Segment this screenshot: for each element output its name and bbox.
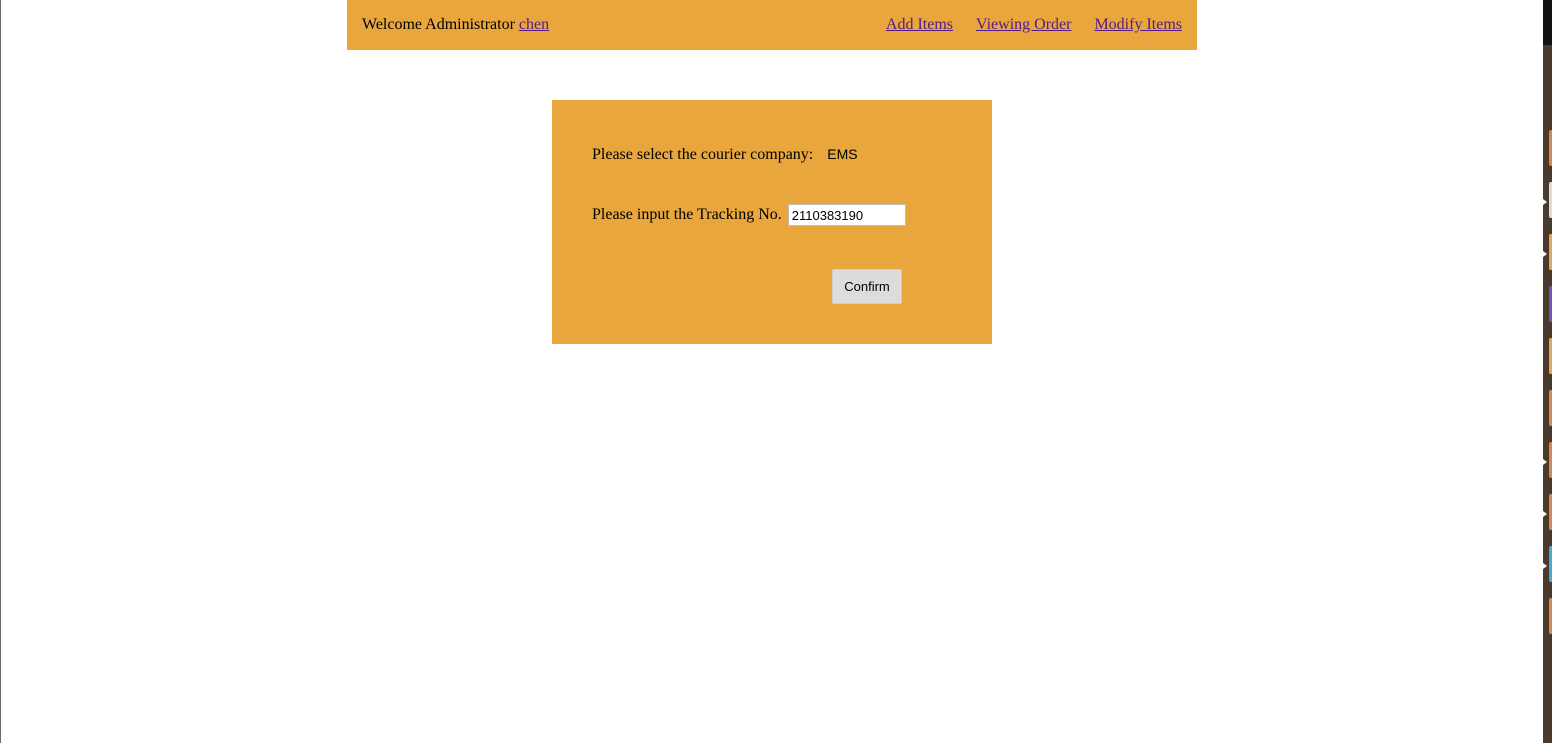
arrow-right-icon <box>1543 459 1547 465</box>
tracking-number-input[interactable] <box>787 204 906 226</box>
shipping-form-panel: Please select the courier company: EMS P… <box>552 100 992 344</box>
welcome-text: Welcome Administrator <box>362 16 515 33</box>
courier-label: Please select the courier company: <box>592 146 814 163</box>
viewing-order-link[interactable]: Viewing Order <box>976 16 1071 33</box>
username-link[interactable]: chen <box>519 16 549 33</box>
arrow-right-icon <box>1543 511 1547 517</box>
tracking-label: Please input the Tracking No. <box>592 206 782 223</box>
courier-select[interactable]: EMS <box>827 146 857 162</box>
modify-items-link[interactable]: Modify Items <box>1094 16 1182 33</box>
arrow-right-icon <box>1543 563 1547 569</box>
header-bar: Welcome Administrator chen Add Items Vie… <box>347 0 1197 50</box>
welcome-section: Welcome Administrator chen <box>362 16 549 34</box>
confirm-button[interactable]: Confirm <box>832 269 902 304</box>
desktop-edge-strip <box>1543 0 1552 743</box>
add-items-link[interactable]: Add Items <box>886 16 953 33</box>
arrow-right-icon <box>1543 251 1547 257</box>
nav-links: Add Items Viewing Order Modify Items <box>886 16 1182 34</box>
courier-row: Please select the courier company: EMS <box>592 146 858 164</box>
window-left-border <box>0 0 1 743</box>
tracking-row: Please input the Tracking No. <box>592 204 906 226</box>
arrow-right-icon <box>1543 199 1547 205</box>
desktop-edge-top <box>1543 0 1552 45</box>
